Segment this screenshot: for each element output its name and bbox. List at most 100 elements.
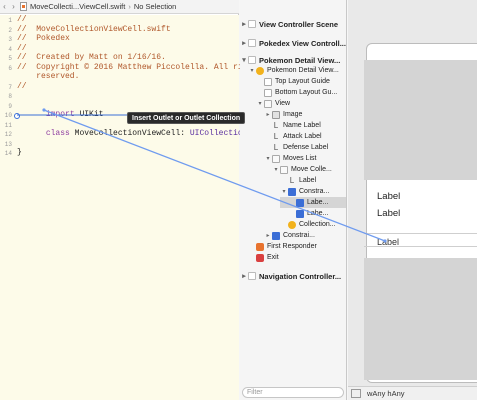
line-number: 3 (8, 36, 12, 43)
line-number: 11 (4, 121, 12, 129)
code-line: // (17, 43, 27, 53)
disclosure-down-icon[interactable]: ▾ (256, 100, 264, 107)
back-nav-button[interactable]: ‹ (0, 2, 9, 11)
outline-scene-view-controller[interactable]: ▸ View Controller Scene (240, 17, 346, 31)
constraint-icon (296, 209, 304, 218)
outlet-connection-circle-icon[interactable] (14, 113, 20, 119)
scene-label: View Controller Scene (259, 19, 339, 29)
jumpbar-selection-crumb[interactable]: No Selection (134, 2, 177, 11)
disclosure-down-icon[interactable]: ▾ (264, 155, 272, 162)
exit-icon (256, 253, 264, 262)
outline-row-exit[interactable]: Exit (256, 252, 346, 263)
outline-row-defense-label[interactable]: L Defense Label (272, 142, 346, 153)
size-class-label[interactable]: wAny hAny (367, 389, 405, 398)
outline-row-label: Attack Label (283, 133, 322, 140)
collection-layout-icon (288, 220, 296, 229)
canvas-attack-label[interactable]: Label (377, 208, 400, 219)
line-number: 14 (4, 150, 12, 157)
outline-row-label: Labe... (307, 199, 329, 206)
image-icon (272, 110, 280, 119)
outline-scene-pokedex[interactable]: ▸ Pokedex View Controll... (240, 36, 346, 50)
outline-row-top-layout-guide[interactable]: Top Layout Guide (264, 76, 346, 87)
code-line: // Created by Matt on 1/16/16. (17, 53, 166, 62)
forward-nav-button[interactable]: › (9, 2, 18, 11)
outline-row-moves-list[interactable]: ▾ Moves List (264, 153, 346, 164)
outline-row-label: Moves List (283, 155, 317, 162)
outline-scene-navigation-controller[interactable]: ▸ Navigation Controller... (240, 269, 346, 283)
outline-row-attack-label[interactable]: L Attack Label (272, 131, 346, 142)
outline-row-label: Bottom Layout Gu... (275, 89, 338, 96)
storyboard-canvas[interactable]: Label Label Label wAny hAny (348, 0, 477, 400)
outline-row-first-responder[interactable]: First Responder (256, 241, 346, 252)
line-number: 7 (8, 83, 12, 91)
disclosure-right-icon[interactable]: ▸ (240, 39, 248, 47)
outline-row-constraints[interactable]: ▾ Constra... (280, 186, 346, 197)
outline-row-label: Pokemon Detail View... (267, 67, 339, 74)
line-number: 2 (8, 26, 12, 34)
disclosure-down-icon[interactable]: ▾ (248, 67, 256, 74)
canvas-name-label[interactable]: Label (377, 191, 400, 202)
line-number: 5 (8, 55, 12, 62)
sidebar-toggle-icon[interactable] (351, 389, 361, 398)
outline-row-label: Defense Label (283, 144, 329, 151)
scene-icon (248, 272, 256, 280)
outline-row-detail-vc[interactable]: ▾ Pokemon Detail View... (248, 65, 346, 76)
layout-guide-icon (264, 88, 272, 97)
disclosure-right-icon[interactable]: ▸ (240, 20, 248, 28)
outline-row-label: Constra... (299, 188, 330, 195)
first-responder-icon (256, 242, 264, 251)
outline-row-cell-label[interactable]: L Label (288, 175, 346, 186)
class-name: MoveCollectionViewCell: (74, 129, 186, 138)
size-class-bar[interactable]: wAny hAny (348, 386, 477, 400)
outline-row-constraint-selected[interactable]: Labe... (280, 197, 346, 208)
collection-view-placeholder[interactable] (364, 258, 477, 380)
outline-row-label: Move Colle... (291, 166, 332, 173)
disclosure-down-icon[interactable]: ▾ (280, 188, 288, 195)
outline-row-label: Image (283, 111, 303, 118)
line-number-gutter: 1 2 3 4 5 6 7 8 9 10 11 12 13 14 (0, 15, 15, 400)
outline-row-collection-layout[interactable]: Collection... (280, 219, 346, 230)
outline-row-move-collection-cell[interactable]: ▾ Move Colle... (272, 164, 346, 175)
jumpbar-file-crumb[interactable]: MoveCollecti...ViewCell.swift (30, 2, 125, 11)
filter-placeholder: Filter (247, 389, 263, 396)
disclosure-down-icon[interactable]: ▾ (272, 166, 280, 173)
disclosure-right-icon[interactable]: ▸ (240, 272, 248, 280)
outline-row-label: Exit (267, 254, 279, 261)
scene-label: Pokedex View Controll... (259, 38, 346, 48)
image-view-placeholder[interactable] (364, 60, 477, 180)
code-line: // Copyright © 2016 Matthew Piccolella. … (17, 62, 262, 72)
outline-row-view-constraints[interactable]: ▸ Constrai... (264, 230, 346, 241)
document-outline[interactable]: ▸ View Controller Scene ▸ Pokedex View C… (240, 0, 347, 400)
layout-guide-icon (264, 77, 272, 86)
code-line: // Pokedex (17, 34, 70, 43)
line-number: 12 (4, 131, 12, 138)
line-number: 8 (8, 93, 12, 100)
outline-row-image[interactable]: ▸ Image (264, 109, 346, 120)
scene-icon (248, 39, 256, 47)
scene-label: Pokemon Detail View... (259, 55, 341, 65)
class-keyword: class (45, 129, 70, 138)
outline-row-name-label[interactable]: L Name Label (272, 120, 346, 131)
collection-view-top-border (364, 233, 477, 234)
outline-row-bottom-layout-guide[interactable]: Bottom Layout Gu... (264, 87, 346, 98)
outline-row-label: View (275, 100, 291, 107)
disclosure-down-icon[interactable]: ▾ (240, 56, 248, 64)
constraints-icon (288, 187, 296, 196)
outline-row-label: Name Label (283, 122, 321, 129)
label-icon: L (289, 175, 295, 185)
swift-file-icon (20, 2, 27, 11)
code-area[interactable]: 1 2 3 4 5 6 7 8 9 10 11 12 13 14 // // M… (0, 15, 296, 400)
outline-filter-field[interactable]: Filter (242, 387, 344, 398)
label-icon: L (273, 120, 279, 130)
outline-row-constraint[interactable]: Labe... (296, 208, 346, 219)
line-number: 9 (8, 102, 12, 110)
constraint-icon (296, 198, 304, 207)
line-number: 10 (4, 112, 12, 119)
close-brace: } (17, 148, 22, 157)
source-editor[interactable]: ‹ › MoveCollecti...ViewCell.swift › No S… (0, 0, 296, 400)
disclosure-right-icon[interactable]: ▸ (264, 232, 272, 239)
chevron-right-icon: › (128, 2, 131, 11)
disclosure-right-icon[interactable]: ▸ (264, 111, 272, 118)
outline-row-view[interactable]: ▾ View (256, 98, 346, 109)
label-icon: L (273, 131, 279, 141)
